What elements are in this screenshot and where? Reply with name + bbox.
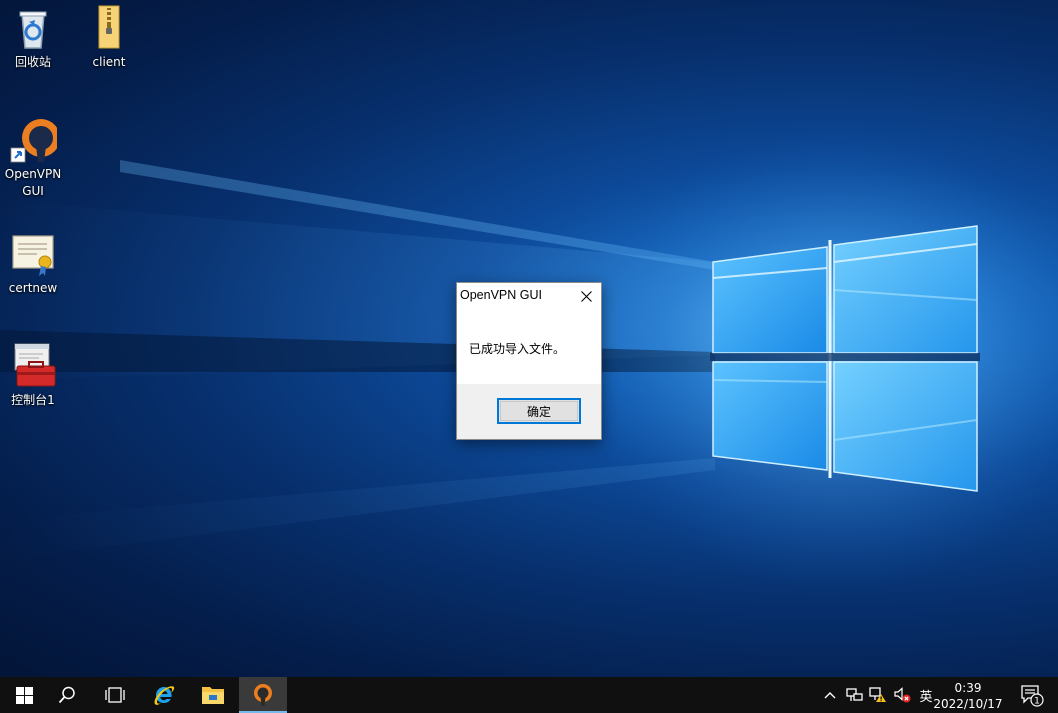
warning-network-icon xyxy=(869,687,886,702)
ok-button[interactable]: 确定 xyxy=(497,398,581,424)
tray-network-status[interactable] xyxy=(866,677,890,713)
desktop-icon-client[interactable]: client xyxy=(76,4,142,71)
recycle-bin-icon xyxy=(9,4,57,52)
internet-explorer-icon xyxy=(154,686,175,705)
task-view-button[interactable] xyxy=(91,677,139,713)
chevron-up-icon xyxy=(824,692,836,699)
folder-zip-icon xyxy=(85,4,133,52)
taskbar-file-explorer[interactable] xyxy=(189,677,237,713)
taskbar-openvpn-gui[interactable] xyxy=(239,677,287,713)
close-icon xyxy=(580,290,592,302)
tray-volume[interactable] xyxy=(890,677,914,713)
desktop-icon-recycle-bin[interactable]: 回收站 xyxy=(0,4,66,71)
network-icon xyxy=(845,687,863,701)
desktop-icon-label: certnew xyxy=(8,281,58,295)
dialog-title: OpenVPN GUI xyxy=(460,288,542,302)
mmc-console-icon xyxy=(9,342,57,390)
desktop-icon-console1[interactable]: 控制台1 xyxy=(0,342,66,409)
start-icon xyxy=(15,686,33,704)
taskbar-internet-explorer[interactable] xyxy=(140,677,188,713)
speaker-muted-icon xyxy=(894,687,911,703)
desktop-icon-label: OpenVPN GUI xyxy=(4,167,62,198)
clock[interactable]: 0:39 2022/10/17 xyxy=(928,680,1008,712)
desktop-icon-certnew[interactable]: certnew xyxy=(0,230,66,297)
desktop-icon-label: 控制台1 xyxy=(11,393,55,407)
tray-network-adapter[interactable] xyxy=(842,677,866,713)
action-center-button[interactable]: 1 xyxy=(1014,677,1050,713)
show-hidden-icons-button[interactable] xyxy=(820,677,840,713)
notification-count: 1 xyxy=(1034,697,1040,707)
start-button[interactable] xyxy=(0,677,48,713)
clock-date: 2022/10/17 xyxy=(933,697,1003,711)
message-dialog: OpenVPN GUI 已成功导入文件。 确定 xyxy=(456,282,602,440)
desktop-icon-label: client xyxy=(92,55,126,69)
file-explorer-icon xyxy=(202,687,224,704)
taskbar: 英 0:39 2022/10/17 1 xyxy=(0,677,1058,713)
close-button[interactable] xyxy=(571,283,601,309)
task-view-icon xyxy=(105,687,125,703)
desktop[interactable]: 回收站 client OpenVPN GUI certnew 控制台1 Open… xyxy=(0,0,1058,677)
openvpn-icon xyxy=(9,116,60,164)
focus-ring xyxy=(500,401,578,421)
openvpn-icon xyxy=(254,684,272,706)
clock-time: 0:39 xyxy=(954,681,982,695)
search-button[interactable] xyxy=(43,677,91,713)
notification-icon: 1 xyxy=(1021,685,1044,707)
dialog-message: 已成功导入文件。 xyxy=(469,342,566,356)
search-icon xyxy=(58,686,75,704)
desktop-icon-openvpn-gui[interactable]: OpenVPN GUI xyxy=(0,116,66,200)
desktop-icon-label: 回收站 xyxy=(14,55,51,69)
certificate-icon xyxy=(9,230,57,278)
dialog-titlebar[interactable]: OpenVPN GUI xyxy=(457,283,601,309)
dialog-footer: 确定 xyxy=(457,384,601,439)
